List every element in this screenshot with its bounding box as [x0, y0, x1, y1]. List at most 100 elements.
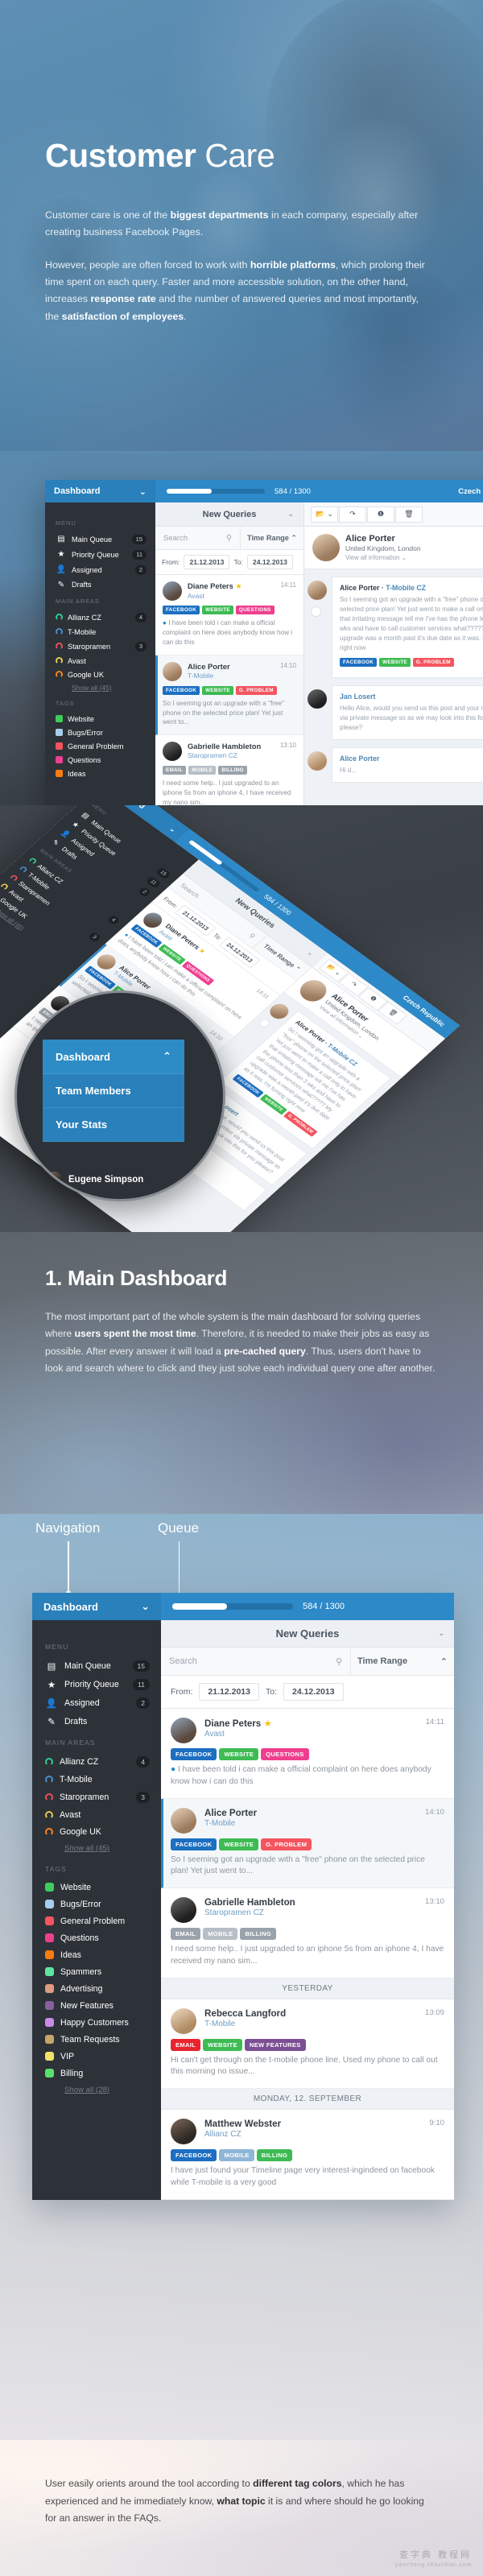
time-range-label: Time Range — [247, 534, 289, 542]
sidebar-item-priority-queue[interactable]: ★ Priority Queue 11 — [45, 547, 155, 562]
sidebar-area-allianz-cz[interactable]: Allianz CZ 4 — [45, 610, 155, 625]
time-range-toggle[interactable]: Time Range ⌃ — [241, 527, 303, 549]
show-all-areas-link[interactable]: Show all (45) — [32, 1840, 161, 1857]
callout-queue: Queue — [158, 1520, 199, 1536]
avatar — [308, 581, 327, 600]
current-user[interactable]: Eugene Simpson — [46, 1172, 143, 1188]
queue-header[interactable]: New Queries ⌄ — [161, 1620, 454, 1648]
sidebar-item-drafts[interactable]: ✎ Drafts — [32, 1712, 161, 1730]
sidebar-tag-general-problem[interactable]: General Problem — [45, 739, 155, 753]
date-to-input[interactable]: 24.12.2013 — [283, 1683, 344, 1701]
search-input[interactable]: Search ⚲ — [155, 527, 241, 549]
queue-item-name: Alice Porter — [188, 662, 230, 671]
dropdown-item-dashboard[interactable]: Dashboard ⌃ — [43, 1040, 184, 1074]
time-range-toggle[interactable]: Time Range ⌃ — [351, 1648, 454, 1675]
queue-item-snippet: I need some help.. I just upgraded to an… — [171, 1944, 444, 1968]
date-to-input[interactable]: 24.12.2013 — [247, 555, 293, 569]
sidebar-area-staropramen[interactable]: Staropramen 3 — [32, 1788, 161, 1806]
sidebar-tag-questions[interactable]: Questions — [32, 1929, 161, 1946]
sidebar-tag-happy-customers[interactable]: Happy Customers — [32, 2014, 161, 2031]
callout-navigation-label: Navigation — [35, 1520, 100, 1536]
sidebar-area-google-uk[interactable]: Google UK — [45, 668, 155, 681]
sidebar-area-allianz-cz[interactable]: Allianz CZ 4 — [32, 1752, 161, 1771]
watermark: 查字典 教程网 jiaocheng.chazidian.com — [395, 2548, 472, 2568]
brand-dropdown[interactable]: Dashboard ⌄ — [32, 1593, 161, 1620]
queue-item[interactable]: Diane Peters ★ Avast 14:11 FACEBOOKWEBSI… — [161, 1709, 454, 1799]
sidebar-tag-bugs-error[interactable]: Bugs/Error — [32, 1896, 161, 1912]
date-from-input[interactable]: 21.12.2013 — [184, 555, 229, 569]
flag-button[interactable]: ❶ — [367, 507, 394, 523]
sidebar-tag-general-problem[interactable]: General Problem — [32, 1912, 161, 1929]
pencil-icon: ✎ — [56, 581, 67, 589]
reply-button[interactable]: ↷ — [339, 507, 366, 523]
sidebar-tag-ideas[interactable]: Ideas — [32, 1946, 161, 1963]
search-icon[interactable]: ⚲ — [336, 1656, 342, 1667]
sidebar-tag-vip[interactable]: VIP — [32, 2048, 161, 2065]
show-all-areas-link[interactable]: Show all (45) — [45, 681, 155, 694]
sidebar-tag-team-requests[interactable]: Team Requests — [32, 2031, 161, 2048]
sidebar-tag-spammers[interactable]: Spammers — [32, 1963, 161, 1980]
sidebar-tag-questions[interactable]: Questions — [45, 753, 155, 767]
tag-badge: FACEBOOK — [163, 686, 200, 695]
date-from-input[interactable]: 21.12.2013 — [199, 1683, 259, 1701]
area-dot-icon — [56, 614, 63, 621]
search-icon[interactable]: ⚲ — [226, 534, 232, 543]
brand-dropdown[interactable]: Dashboard ⌄ — [45, 480, 155, 502]
sidebar-tag-website[interactable]: Website — [32, 1879, 161, 1896]
chevron-down-icon[interactable]: ⌄ — [306, 949, 316, 957]
queue-item-time: 13:10 — [280, 742, 296, 749]
sidebar-tag-bugs-error[interactable]: Bugs/Error — [45, 726, 155, 739]
tag-swatch-icon — [45, 1916, 54, 1925]
sidebar-tag-website[interactable]: Website — [45, 712, 155, 726]
delete-button[interactable]: 🗑 — [395, 507, 423, 523]
sidebar-tag-ideas[interactable]: Ideas — [45, 767, 155, 780]
sidebar-item-assigned[interactable]: 👤 Assigned 2 — [32, 1693, 161, 1712]
queue-item[interactable]: Rebecca Langford T-Mobile 13:09 EMAILWEB… — [161, 1999, 454, 2090]
queue-item[interactable]: Gabrielle Hambleton Staropramen CZ 13:10… — [155, 735, 303, 805]
sidebar-item-assigned[interactable]: 👤 Assigned 2 — [45, 562, 155, 577]
show-all-tags-link[interactable]: Show all (28) — [32, 2082, 161, 2098]
queue-item-tags: FACEBOOKWEBSITEG. PROBLEM — [171, 1838, 444, 1850]
queue-item-time: 9:10 — [429, 2119, 444, 2127]
chevron-up-icon[interactable]: ⌃ — [440, 1656, 448, 1667]
sidebar-area-staropramen[interactable]: Staropramen 3 — [45, 639, 155, 654]
dropdown-item-your-stats[interactable]: Your Stats — [43, 1108, 184, 1142]
sidebar-item-main-queue[interactable]: ▤ Main Queue 15 — [32, 1656, 161, 1675]
queue-column: New Queries ⌄ Search ⚲ Time Range ⌃ — [155, 502, 304, 805]
sidebar-tag-label: Billing — [60, 2069, 150, 2078]
folder-button[interactable]: 📂⌄ — [311, 507, 338, 523]
dropdown-item-label: Your Stats — [56, 1118, 107, 1131]
queue-item-tags: EMAILMOBILEBILLING — [163, 766, 296, 775]
queue-item[interactable]: Matthew Webster Allianz CZ 9:10 FACEBOOK… — [161, 2110, 454, 2200]
sidebar-tag-billing[interactable]: Billing — [32, 2065, 161, 2082]
queue-item[interactable]: Gabrielle Hambleton Staropramen CZ 13:10… — [161, 1888, 454, 1979]
sidebar-item-main-queue[interactable]: ▤ Main Queue 15 — [45, 531, 155, 547]
chevron-down-icon[interactable]: ⌄ — [438, 1629, 444, 1638]
sidebar-area-avast[interactable]: Avast — [32, 1806, 161, 1823]
chevron-down-icon[interactable]: ⌄ — [287, 510, 294, 519]
avatar — [139, 910, 165, 931]
queue-item[interactable]: Alice Porter T-Mobile 14:10 FACEBOOKWEBS… — [155, 655, 303, 736]
sidebar-area-avast[interactable]: Avast — [45, 654, 155, 668]
sidebar-area-google-uk[interactable]: Google UK — [32, 1823, 161, 1840]
queue-header[interactable]: New Queries ⌄ — [155, 502, 303, 527]
sidebar-tag-new-features[interactable]: New Features — [32, 1997, 161, 2014]
chevron-up-icon[interactable]: ⌃ — [291, 534, 297, 543]
sidebar-tag-advertising[interactable]: Advertising — [32, 1980, 161, 1997]
sidebar-item-label: Drafts — [64, 1717, 150, 1726]
dropdown-item-team-members[interactable]: Team Members — [43, 1074, 184, 1108]
queue-item[interactable]: Alice Porter T-Mobile 14:10 FACEBOOKWEBS… — [161, 1799, 454, 1889]
sidebar-area-t-mobile[interactable]: T-Mobile — [45, 625, 155, 639]
sidebar-item-drafts[interactable]: ✎ Drafts — [45, 577, 155, 592]
sidebar-tag-label: Spammers — [60, 1967, 150, 1977]
queue-list: Diane Peters ★ Avast 14:11 FACEBOOKWEBSI… — [155, 575, 303, 805]
sidebar-area-t-mobile[interactable]: T-Mobile — [32, 1771, 161, 1788]
view-all-information-link[interactable]: View all information ⌄ — [345, 554, 421, 561]
sidebar-item-priority-queue[interactable]: ★ Priority Queue 11 — [32, 1675, 161, 1693]
search-input[interactable]: Search ⚲ — [161, 1648, 351, 1675]
tag-badge: WEBSITE — [202, 686, 233, 695]
search-icon[interactable]: ⚲ — [247, 932, 257, 940]
queue-item-name: Gabrielle Hambleton — [204, 1897, 295, 1908]
app-topbar: Dashboard ⌄ 584 / 1300 Czech Republic — [45, 480, 483, 502]
queue-item[interactable]: Diane Peters ★ Avast 14:11 FACEBOOKWEBSI… — [155, 575, 303, 655]
